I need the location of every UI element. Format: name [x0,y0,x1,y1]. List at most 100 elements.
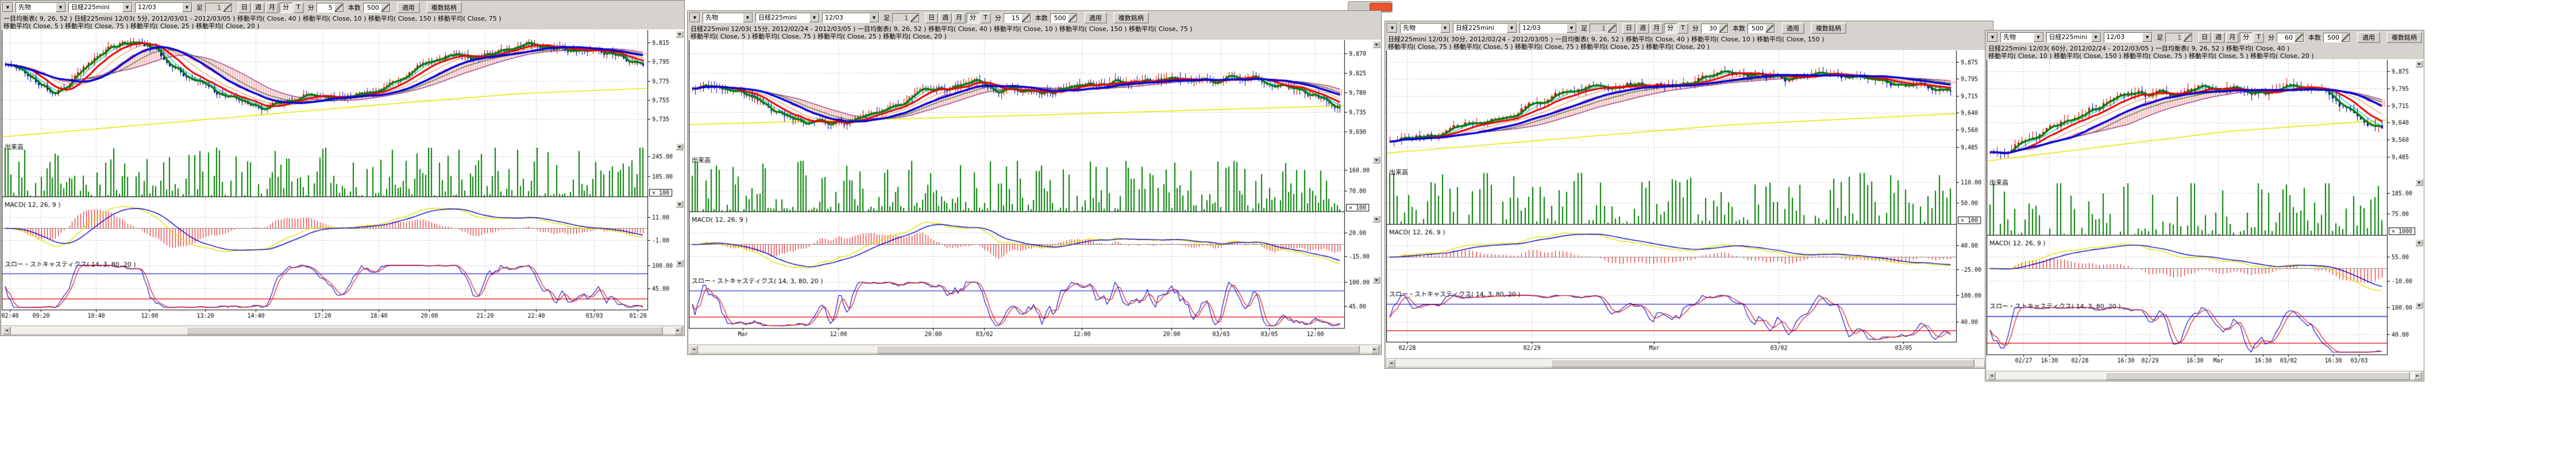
stepper-icon[interactable] [2183,33,2192,42]
period-button-3[interactable]: 分 [279,2,292,13]
contract-combo[interactable]: 12/03▼ [2104,32,2153,43]
scroll-left-button[interactable]: ◄ [1987,372,1996,380]
apply-button[interactable]: 適用 [397,2,420,13]
period-button-1[interactable]: 週 [2212,32,2225,43]
minutes-stepper[interactable]: 5 [317,3,344,13]
period-button-2[interactable]: 月 [1650,23,1663,34]
period-button-2[interactable]: 月 [952,13,966,24]
period-button-group: 日週月分T [1622,23,1688,34]
scroll-thumb[interactable] [186,326,663,335]
scroll-thumb[interactable] [2105,372,2410,380]
combo-value: 12/03 [2104,33,2143,42]
symbol-combo[interactable]: 日経225mini▼ [1453,23,1517,33]
period-button-1[interactable]: 週 [939,13,952,24]
multi-symbol-button[interactable]: 複数銘柄 [1811,22,1846,34]
chart-tool-combo[interactable]: ▼ [689,13,700,23]
scroll-right-button[interactable]: ► [674,326,682,335]
category-combo[interactable]: 先物▼ [703,13,753,23]
chart-canvas[interactable] [689,40,1381,344]
bar-interval-stepper[interactable]: 1 [2165,33,2193,43]
period-button-3[interactable]: 分 [966,13,980,24]
stepper-icon[interactable] [1021,14,1031,22]
contract-combo[interactable]: 12/03▼ [1520,23,1577,33]
stepper-icon[interactable] [1719,24,1728,33]
scroll-left-button[interactable]: ◄ [2,326,11,335]
contract-combo[interactable]: 12/03▼ [822,13,880,23]
h-scrollbar[interactable]: ◄► [1386,358,1992,367]
minutes-stepper[interactable]: 60 [2277,33,2304,43]
minutes-label: 分 [308,3,314,12]
chart-canvas[interactable] [1386,50,1993,358]
period-button-group: 日週月分T [925,13,991,24]
symbol-combo[interactable]: 日経225mini▼ [755,13,820,23]
stepper-icon[interactable] [381,3,390,12]
category-combo[interactable]: 先物▼ [2000,32,2044,43]
scroll-right-button[interactable]: ► [2413,372,2422,380]
period-button-3[interactable]: 分 [1664,23,1677,34]
combo-value: 12/03 [823,13,869,22]
dropdown-arrow-icon: ▼ [1567,24,1576,33]
bar-interval-stepper[interactable]: 1 [1590,24,1617,33]
bar-interval-stepper[interactable]: 1 [205,3,233,13]
bar-count-stepper[interactable]: 500 [1748,24,1775,33]
apply-button[interactable]: 適用 [1781,22,1804,34]
bar-type-label: 足 [2157,33,2163,42]
period-button-0[interactable]: 日 [238,2,251,13]
bar-type-label: 足 [196,3,203,12]
scroll-right-button[interactable]: ► [1371,345,1379,354]
bar-interval-stepper[interactable]: 1 [892,13,920,23]
stepper-icon[interactable] [1607,24,1617,33]
period-button-0[interactable]: 日 [925,13,938,24]
h-scrollbar[interactable]: ◄► [689,345,1380,353]
stepper-icon[interactable] [2341,33,2350,42]
multi-symbol-button[interactable]: 複数銘柄 [2386,32,2422,43]
stepper-icon[interactable] [334,3,344,12]
chart-tool-combo[interactable]: ▼ [1987,32,1998,43]
period-button-3[interactable]: 分 [2239,32,2253,43]
period-button-1[interactable]: 週 [1636,23,1649,34]
stepper-icon[interactable] [2295,33,2304,42]
stepper-value: 5 [317,3,334,12]
contract-combo[interactable]: 12/03▼ [135,2,192,13]
period-button-4[interactable]: T [980,13,991,24]
apply-button[interactable]: 適用 [1084,12,1107,24]
bar-count-stepper[interactable]: 500 [1050,13,1078,23]
period-button-1[interactable]: 週 [252,2,265,13]
bar-type-label: 足 [884,13,890,22]
period-button-2[interactable]: 月 [2226,32,2239,43]
scroll-thumb[interactable] [876,345,1360,354]
stepper-value: 1 [1590,24,1607,33]
period-button-0[interactable]: 日 [2198,32,2211,43]
chart-canvas[interactable] [1987,59,2424,371]
multi-symbol-button[interactable]: 複数銘柄 [426,2,462,13]
chart-tool-combo[interactable]: ▼ [1387,23,1398,33]
category-combo[interactable]: 先物▼ [16,2,66,13]
period-button-4[interactable]: T [1678,23,1688,34]
bar-type-label: 足 [1581,24,1587,33]
category-combo[interactable]: 先物▼ [1400,23,1451,33]
scroll-thumb[interactable] [1551,359,1975,368]
stepper-icon[interactable] [1765,24,1775,33]
multi-symbol-button[interactable]: 複数銘柄 [1113,12,1149,24]
stepper-icon[interactable] [1068,14,1077,22]
symbol-combo[interactable]: 日経225mini▼ [2046,32,2101,43]
symbol-combo[interactable]: 日経225mini▼ [68,2,133,13]
bar-count-stepper[interactable]: 500 [2323,33,2351,43]
scroll-left-button[interactable]: ◄ [689,345,698,354]
chart-tool-combo[interactable]: ▼ [2,2,13,13]
period-button-4[interactable]: T [2253,32,2264,43]
period-button-0[interactable]: 日 [1622,23,1636,34]
toolbar: ▼先物▼日経225mini▼12/03▼足1日週月分T分5本数500適用複数銘柄 [1,1,684,14]
stepper-icon[interactable] [910,14,919,22]
scroll-left-button[interactable]: ◄ [1387,359,1395,368]
minutes-stepper[interactable]: 30 [1701,24,1729,33]
minutes-stepper[interactable]: 15 [1004,13,1031,23]
period-button-4[interactable]: T [293,2,304,13]
period-button-2[interactable]: 月 [265,2,279,13]
apply-button[interactable]: 適用 [2357,32,2380,43]
chart-canvas[interactable] [2,29,684,325]
h-scrollbar[interactable]: ◄► [1987,371,2423,380]
h-scrollbar[interactable]: ◄► [2,326,683,334]
stepper-icon[interactable] [223,3,232,12]
bar-count-stepper[interactable]: 500 [363,3,391,13]
